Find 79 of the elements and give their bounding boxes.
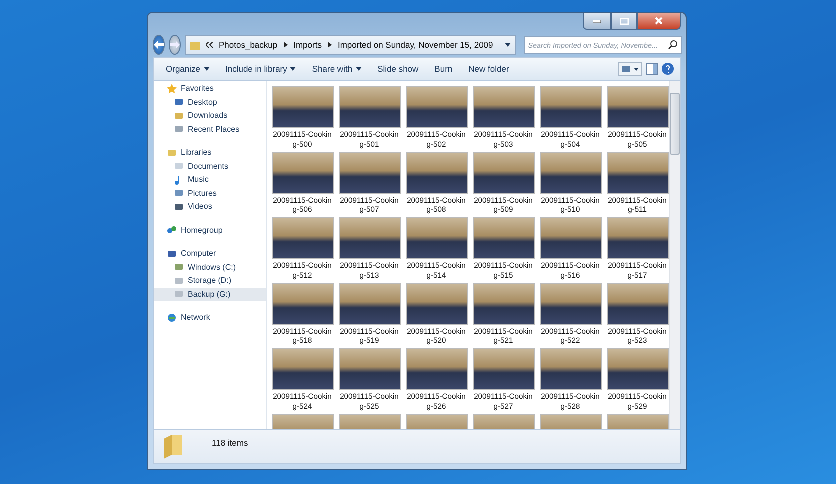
chevron-icon (328, 42, 332, 48)
nav-item[interactable]: Music (154, 173, 266, 186)
photo-placeholder[interactable] (606, 152, 668, 194)
address-bar[interactable]: Photos_backup Imports Imported on Sunday, November 15, 2009 (185, 35, 516, 55)
toolbar-button[interactable]: Burn (428, 62, 459, 76)
photo-placeholder[interactable] (406, 86, 468, 128)
toolbar-button[interactable]: Slide show (372, 62, 425, 76)
photo-placeholder[interactable] (406, 152, 468, 194)
toolbar-button[interactable]: Include in library (220, 62, 302, 76)
star-icon (167, 84, 177, 94)
right-arrow-icon (170, 41, 180, 49)
close-button[interactable] (637, 13, 681, 30)
nav-item[interactable]: Backup (G:) (154, 288, 266, 301)
photo-placeholder[interactable] (606, 348, 668, 390)
left-arrow-icon (154, 41, 164, 49)
nav-group-item[interactable]: Computer (154, 247, 266, 260)
photo-placeholder[interactable] (472, 217, 534, 260)
nav-item[interactable]: Desktop (154, 96, 266, 109)
minimize-button[interactable] (583, 13, 611, 30)
photo-placeholder[interactable] (406, 217, 468, 260)
photo-placeholder[interactable] (338, 282, 400, 325)
photo-placeholder[interactable] (606, 282, 668, 325)
nav-group-item[interactable]: Network (154, 311, 266, 324)
photo-placeholder[interactable] (472, 152, 534, 194)
view-options-icon[interactable] (618, 62, 642, 76)
photo-placeholder[interactable] (540, 348, 602, 390)
photo-placeholder[interactable] (540, 152, 602, 194)
search-icon (668, 40, 678, 50)
preview-pane-icon[interactable] (646, 63, 658, 75)
photo-placeholder[interactable] (540, 282, 602, 325)
photo-placeholder[interactable] (406, 282, 468, 325)
network-icon (167, 312, 177, 323)
photo-placeholder[interactable] (472, 282, 534, 325)
photo-placeholder[interactable] (338, 217, 400, 260)
photo-placeholder[interactable] (472, 86, 534, 128)
nav-item[interactable]: Windows (C:) (154, 260, 266, 274)
nav-item[interactable]: Videos (154, 200, 266, 214)
photo-placeholder[interactable] (406, 348, 468, 390)
photo-placeholder[interactable] (272, 86, 334, 128)
photo-placeholder[interactable] (272, 217, 334, 260)
photo-placeholder[interactable] (472, 348, 534, 390)
chevron-icon (284, 42, 288, 48)
nav-group-item[interactable]: Libraries (154, 146, 266, 160)
homegroup-icon (167, 225, 177, 236)
toolbar-button[interactable]: Organize (160, 62, 216, 76)
photo-placeholder[interactable] (540, 86, 602, 128)
nav-item[interactable]: Storage (D:) (154, 274, 266, 288)
caret-icon (505, 43, 512, 47)
toolbar-button[interactable]: New folder (462, 62, 516, 76)
photo-placeholder[interactable] (606, 217, 668, 260)
breadcrumb[interactable]: Imports (294, 40, 322, 50)
item-count: 118 items (212, 438, 248, 448)
breadcrumb[interactable]: Photos_backup (219, 40, 278, 50)
help-icon[interactable] (662, 63, 674, 75)
photo-placeholder[interactable] (338, 348, 400, 390)
back-button[interactable] (153, 35, 165, 55)
breadcrumb[interactable]: Imported on Sunday, November 15, 2009 (338, 40, 494, 50)
scrollbar-thumb[interactable] (670, 93, 680, 155)
photo-placeholder[interactable] (540, 217, 602, 260)
close-icon (655, 17, 663, 25)
photo-placeholder[interactable] (272, 152, 334, 194)
nav-item[interactable]: Documents (154, 160, 266, 173)
photo-placeholder[interactable] (272, 348, 334, 390)
photo-placeholder[interactable] (272, 282, 334, 325)
nav-group-item[interactable]: Favorites (154, 82, 266, 96)
nav-item[interactable]: Pictures (154, 186, 266, 200)
forward-button[interactable] (169, 35, 181, 55)
nav-group-item[interactable]: Homegroup (154, 224, 266, 237)
double-chevron-icon (206, 42, 213, 48)
maximize-icon (620, 18, 628, 24)
toolbar-button[interactable]: Share with (306, 62, 368, 76)
nav-item[interactable]: Downloads (154, 109, 266, 122)
maximize-button[interactable] (611, 13, 637, 30)
scrollbar[interactable] (669, 81, 680, 429)
nav-item[interactable]: Recent Places (154, 122, 266, 136)
photo-placeholder[interactable] (338, 86, 400, 128)
photo-placeholder[interactable] (338, 152, 400, 194)
photo-placeholder[interactable] (606, 86, 668, 128)
minimize-icon (593, 20, 601, 22)
